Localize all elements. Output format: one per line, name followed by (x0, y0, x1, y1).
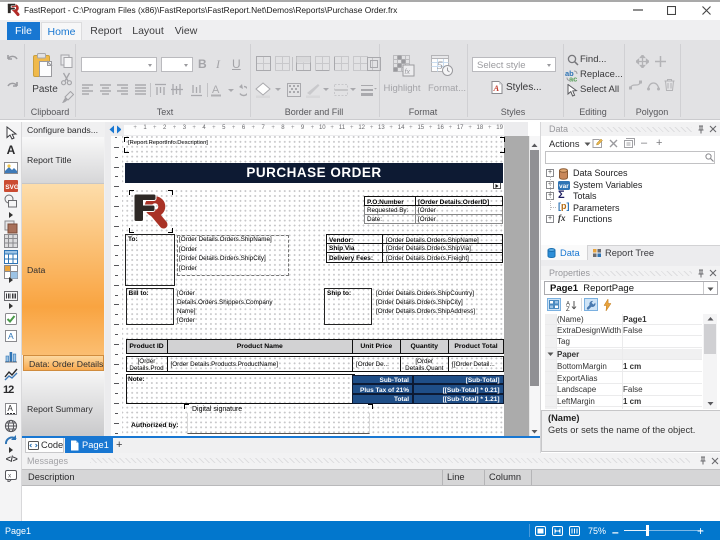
svg-text:A: A (212, 84, 220, 96)
svg-text:ac: ac (569, 75, 577, 83)
svg-text:fx: fx (405, 69, 411, 76)
svg-text:A: A (8, 404, 14, 413)
svg-text:A: A (493, 83, 500, 93)
svg-text:SVG: SVG (5, 184, 18, 191)
svg-text:Z: Z (566, 307, 570, 311)
svg-text:A: A (8, 331, 14, 341)
